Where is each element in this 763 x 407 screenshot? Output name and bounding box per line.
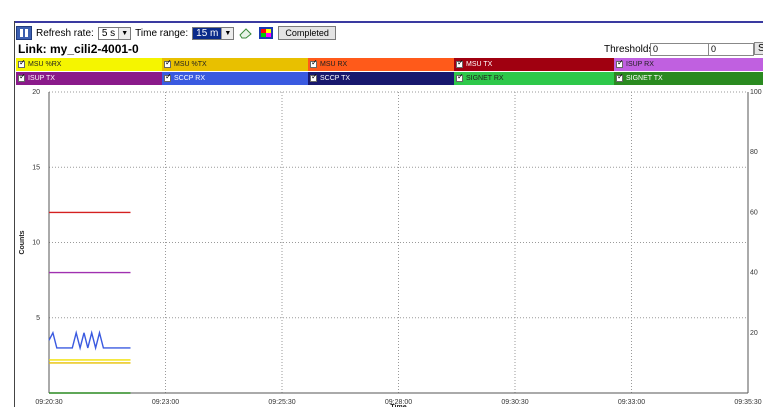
y2-tick-label: 60 (750, 209, 758, 216)
x-tick-label: 09:35:30 (734, 399, 761, 406)
y2-tick-label: 100 (750, 89, 762, 96)
legend-toggle-isup-rx[interactable]: ISUP RX (614, 58, 763, 71)
link-header: Link: my_cili2-4001-0 Thresholds: 0 0 S (16, 42, 763, 57)
legend-toggle-msu-tx[interactable]: MSU TX (454, 58, 614, 71)
legend-label: SIGNET TX (626, 75, 663, 82)
status-badge: Completed (278, 26, 336, 40)
thresholds-label: Thresholds: (604, 44, 657, 55)
y-tick-label: 20 (32, 89, 40, 96)
legend-label: SIGNET RX (466, 75, 504, 82)
legend-toggle-msu-tx[interactable]: MSU %TX (162, 58, 308, 71)
y2-tick-label: 20 (750, 330, 758, 337)
y-tick-label: 10 (32, 240, 40, 247)
checkbox-icon[interactable] (456, 58, 464, 68)
counts-chart: 09:20:30 09:23:00 09:25:30 09:28:00 09:30:30… (19, 89, 762, 407)
legend-label: ISUP RX (626, 61, 654, 68)
legend-toggle-msu-rx[interactable]: MSU %RX (16, 58, 162, 71)
threshold-input-1[interactable]: 0 (650, 43, 710, 56)
eraser-icon[interactable] (238, 26, 254, 40)
checkbox-icon[interactable] (310, 58, 318, 68)
time-range-select[interactable]: 15 m ▼ (192, 26, 235, 40)
checkbox-icon[interactable] (164, 58, 172, 68)
legend-label: SCCP TX (320, 75, 351, 82)
chevron-down-icon: ▼ (118, 27, 131, 39)
checkbox-icon[interactable] (18, 72, 26, 82)
y-tick-label: 5 (36, 315, 40, 322)
refresh-rate-select[interactable]: 5 s ▼ (97, 26, 132, 40)
checkbox-icon[interactable] (18, 58, 26, 68)
legend-label: MSU TX (466, 61, 493, 68)
checkbox-icon[interactable] (616, 58, 624, 68)
set-threshold-button[interactable]: S (754, 42, 763, 55)
x-tick-label: 09:33:00 (618, 399, 645, 406)
y2-tick-label: 40 (750, 270, 758, 277)
time-range-label: Time range: (135, 27, 189, 39)
legend-toggle-msu-rx[interactable]: MSU RX (308, 58, 454, 71)
toolbar: Refresh rate: 5 s ▼ Time range: 15 m ▼ C… (16, 25, 763, 41)
checkbox-icon[interactable] (164, 72, 172, 82)
legend-label: SCCP RX (174, 75, 205, 82)
y2-tick-label: 80 (750, 149, 758, 156)
x-tick-label: 09:25:30 (268, 399, 295, 406)
y-axis-title: Counts (19, 230, 26, 254)
time-range-value: 15 m (193, 27, 222, 39)
series-legend: MSU %RX MSU %TX MSU RX MSU TX ISUP RX ISUP TX… (16, 58, 763, 86)
window-top-border (14, 21, 763, 23)
x-tick-label: 09:30:30 (501, 399, 528, 406)
legend-label: ISUP TX (28, 75, 55, 82)
x-tick-label: 09:20:30 (35, 399, 62, 406)
link-title: Link: my_cili2-4001-0 (18, 42, 139, 56)
y-tick-label: 15 (32, 164, 40, 171)
legend-row: MSU %RX MSU %TX MSU RX MSU TX ISUP RX (16, 58, 763, 71)
legend-label: MSU RX (320, 61, 348, 68)
checkbox-icon[interactable] (616, 72, 624, 82)
refresh-rate-value: 5 s (101, 27, 116, 39)
chevron-down-icon: ▼ (221, 27, 234, 39)
x-tick-label: 09:23:00 (152, 399, 179, 406)
threshold-input-2[interactable]: 0 (708, 43, 754, 56)
pause-icon[interactable] (16, 26, 32, 40)
checkbox-icon[interactable] (310, 72, 318, 82)
refresh-rate-label: Refresh rate: (36, 27, 94, 39)
color-palette-icon[interactable] (258, 26, 274, 40)
legend-label: MSU %RX (28, 61, 62, 68)
checkbox-icon[interactable] (456, 72, 464, 82)
legend-label: MSU %TX (174, 61, 207, 68)
